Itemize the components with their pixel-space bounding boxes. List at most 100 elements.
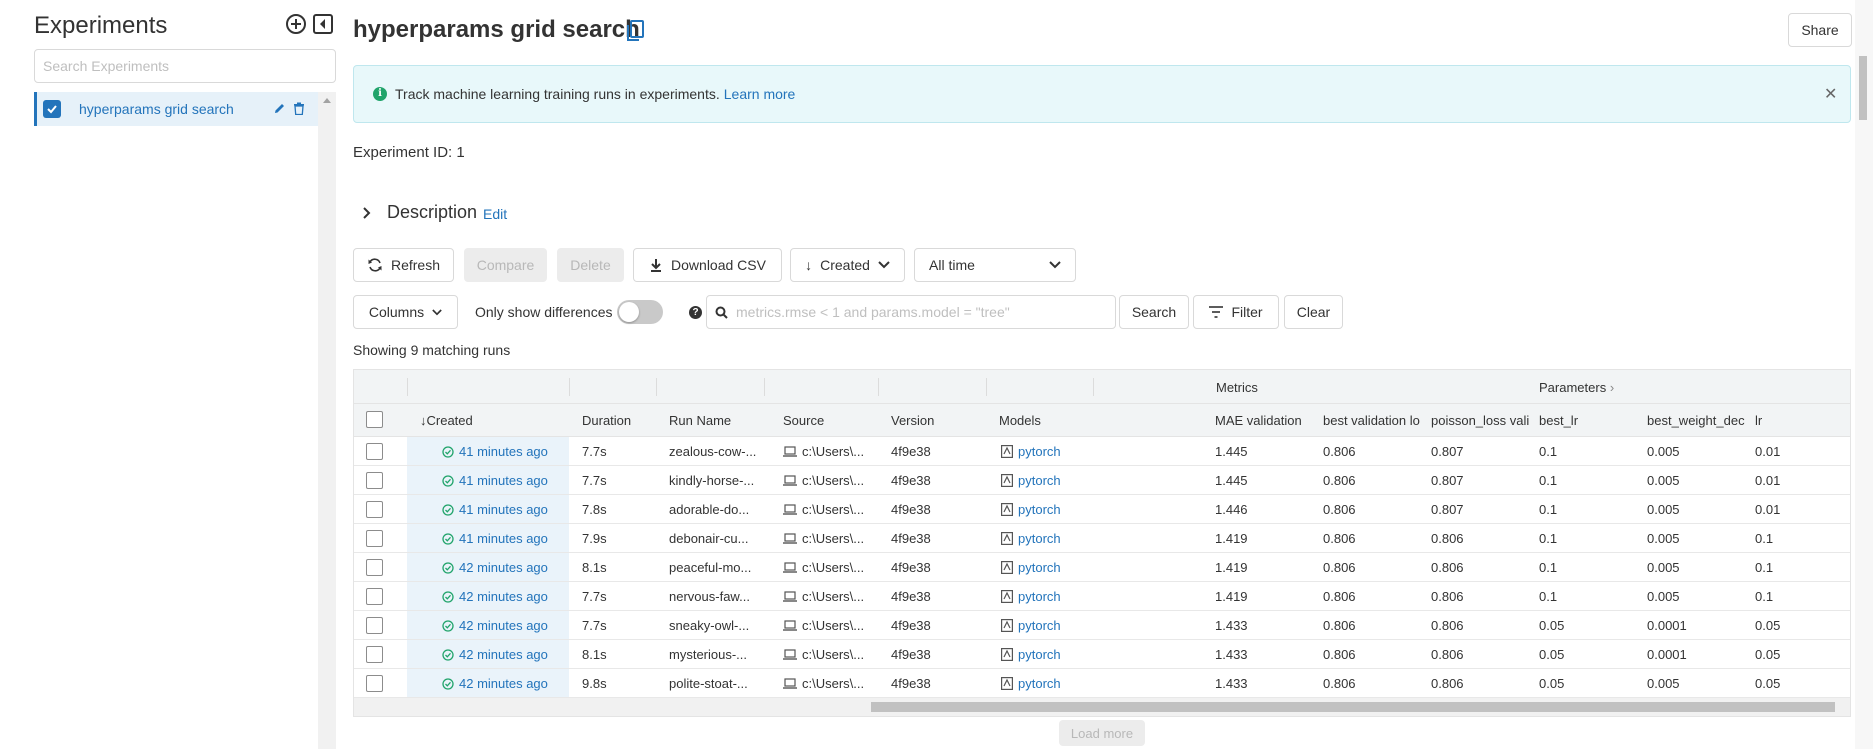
scroll-up-arrow[interactable] (323, 98, 331, 103)
column-header-version[interactable]: Version (891, 413, 934, 428)
cell-models[interactable]: pytorch (1001, 589, 1061, 604)
search-experiments-input[interactable] (34, 49, 336, 83)
sort-dropdown[interactable]: ↓ Created (790, 248, 905, 282)
row-checkbox[interactable] (366, 472, 383, 489)
description-label[interactable]: Description (387, 202, 477, 223)
plus-circle-icon[interactable] (285, 13, 307, 35)
cell-source[interactable]: c:\Users\... (783, 618, 864, 633)
delete-button[interactable]: Delete (557, 248, 624, 282)
search-button[interactable]: Search (1119, 295, 1189, 329)
close-icon[interactable]: ✕ (1824, 84, 1837, 104)
cell-models[interactable]: pytorch (1001, 618, 1061, 633)
share-button[interactable]: Share (1788, 13, 1852, 47)
column-header-best-validation[interactable]: best validation lo (1323, 413, 1425, 428)
time-range-dropdown[interactable]: All time (914, 248, 1076, 282)
column-header-mae-validation[interactable]: MAE validation (1215, 413, 1317, 428)
table-row[interactable]: 41 minutes ago 7.9s debonair-cu... 4f9e38 1.… (354, 524, 1850, 553)
table-row[interactable]: 41 minutes ago 7.7s kindly-horse-... 4f9e38… (354, 466, 1850, 495)
clear-button[interactable]: Clear (1284, 295, 1343, 329)
cell-source[interactable]: c:\Users\... (783, 502, 864, 517)
row-checkbox[interactable] (366, 530, 383, 547)
created-link[interactable]: 41 minutes ago (459, 444, 548, 459)
cell-models[interactable]: pytorch (1001, 647, 1061, 662)
runs-search-input[interactable] (734, 303, 1104, 321)
table-row[interactable]: 42 minutes ago 7.7s nervous-faw... 4f9e38 1.… (354, 582, 1850, 611)
cell-source[interactable]: c:\Users\... (783, 676, 864, 691)
collapse-sidebar-icon[interactable] (312, 13, 334, 35)
experiment-item[interactable]: hyperparams grid search (34, 92, 318, 126)
model-link[interactable]: pytorch (1018, 647, 1061, 662)
select-all-checkbox[interactable] (366, 411, 383, 428)
cell-created[interactable]: 41 minutes ago (442, 531, 548, 546)
cell-models[interactable]: pytorch (1001, 444, 1061, 459)
model-link[interactable]: pytorch (1018, 531, 1061, 546)
cell-created[interactable]: 42 minutes ago (442, 560, 548, 575)
chevron-right-icon[interactable] (357, 206, 377, 220)
cell-models[interactable]: pytorch (1001, 676, 1061, 691)
column-header-best-weight-decay[interactable]: best_weight_dec (1647, 413, 1747, 428)
created-link[interactable]: 41 minutes ago (459, 502, 548, 517)
page-scrollbar-thumb[interactable] (1859, 56, 1867, 120)
parameters-group-label[interactable]: Parameters › (1539, 380, 1614, 395)
copy-icon[interactable] (625, 19, 645, 43)
cell-source[interactable]: c:\Users\... (783, 473, 864, 488)
cell-source[interactable]: c:\Users\... (783, 647, 864, 662)
cell-created[interactable]: 41 minutes ago (442, 502, 548, 517)
column-header-poisson-loss[interactable]: poisson_loss vali (1431, 413, 1531, 428)
cell-created[interactable]: 42 minutes ago (442, 589, 548, 604)
row-checkbox[interactable] (366, 675, 383, 692)
cell-source[interactable]: c:\Users\... (783, 444, 864, 459)
help-icon[interactable]: ? (689, 306, 702, 319)
table-row[interactable]: 41 minutes ago 7.7s zealous-cow-... 4f9e38 1… (354, 437, 1850, 466)
created-link[interactable]: 41 minutes ago (459, 473, 548, 488)
row-checkbox[interactable] (366, 559, 383, 576)
column-header-run-name[interactable]: Run Name (669, 413, 731, 428)
horizontal-scrollbar[interactable] (354, 698, 1850, 716)
pencil-icon[interactable] (273, 102, 286, 115)
created-link[interactable]: 42 minutes ago (459, 618, 548, 633)
created-link[interactable]: 42 minutes ago (459, 647, 548, 662)
column-header-lr[interactable]: lr (1755, 413, 1762, 428)
table-row[interactable]: 42 minutes ago 8.1s peaceful-mo... 4f9e38 1.… (354, 553, 1850, 582)
page-scrollbar[interactable] (1855, 0, 1873, 749)
cell-models[interactable]: pytorch (1001, 502, 1061, 517)
model-link[interactable]: pytorch (1018, 444, 1061, 459)
trash-icon[interactable] (293, 102, 305, 115)
columns-dropdown[interactable]: Columns (353, 295, 458, 329)
column-header-duration[interactable]: Duration (582, 413, 631, 428)
model-link[interactable]: pytorch (1018, 560, 1061, 575)
created-link[interactable]: 42 minutes ago (459, 676, 548, 691)
cell-models[interactable]: pytorch (1001, 531, 1061, 546)
row-checkbox[interactable] (366, 443, 383, 460)
table-row[interactable]: 42 minutes ago 8.1s mysterious-... 4f9e38 1.… (354, 640, 1850, 669)
created-link[interactable]: 42 minutes ago (459, 560, 548, 575)
model-link[interactable]: pytorch (1018, 676, 1061, 691)
model-link[interactable]: pytorch (1018, 618, 1061, 633)
column-header-source[interactable]: Source (783, 413, 824, 428)
download-csv-button[interactable]: Download CSV (633, 248, 782, 282)
row-checkbox[interactable] (366, 617, 383, 634)
load-more-button[interactable]: Load more (1059, 720, 1145, 746)
cell-created[interactable]: 42 minutes ago (442, 618, 548, 633)
column-header-created[interactable]: ↓Created (420, 413, 473, 428)
model-link[interactable]: pytorch (1018, 589, 1061, 604)
table-row[interactable]: 41 minutes ago 7.8s adorable-do... 4f9e38 1.… (354, 495, 1850, 524)
model-link[interactable]: pytorch (1018, 502, 1061, 517)
horizontal-scrollbar-thumb[interactable] (871, 702, 1835, 712)
sidebar-scrollbar[interactable] (318, 92, 336, 749)
table-row[interactable]: 42 minutes ago 9.8s polite-stoat-... 4f9e38… (354, 669, 1850, 698)
cell-created[interactable]: 41 minutes ago (442, 473, 548, 488)
cell-models[interactable]: pytorch (1001, 473, 1061, 488)
learn-more-link[interactable]: Learn more (724, 86, 796, 102)
cell-source[interactable]: c:\Users\... (783, 560, 864, 575)
compare-button[interactable]: Compare (464, 248, 547, 282)
description-edit-link[interactable]: Edit (483, 206, 507, 222)
model-link[interactable]: pytorch (1018, 473, 1061, 488)
refresh-button[interactable]: Refresh (353, 248, 454, 282)
cell-source[interactable]: c:\Users\... (783, 531, 864, 546)
cell-created[interactable]: 41 minutes ago (442, 444, 548, 459)
cell-created[interactable]: 42 minutes ago (442, 676, 548, 691)
only-show-differences-toggle[interactable] (617, 300, 663, 324)
column-header-models[interactable]: Models (999, 413, 1041, 428)
runs-search-box[interactable] (706, 295, 1116, 329)
